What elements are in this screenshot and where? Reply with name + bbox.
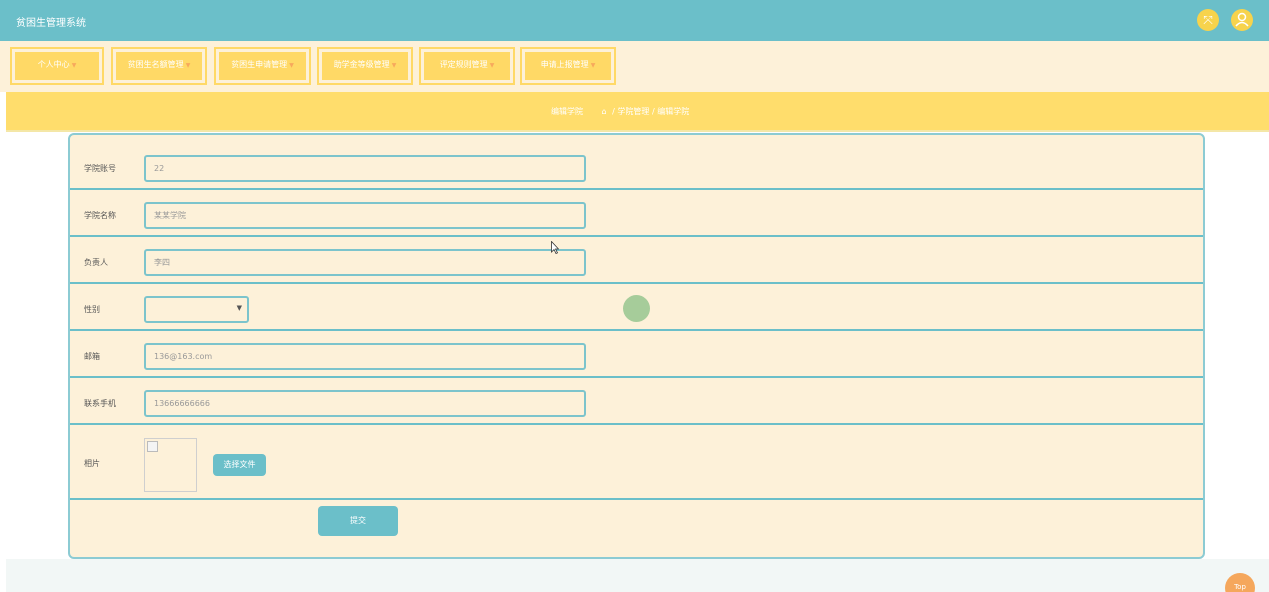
email-label: 邮箱 xyxy=(84,352,100,361)
leader-input[interactable]: 李四 xyxy=(144,249,586,276)
nav-item-label: 评定规则管理 xyxy=(439,60,488,69)
nav-item-grant-level-management[interactable]: 助学金等级管理 ▼ xyxy=(317,47,413,85)
photo-label: 相片 xyxy=(84,459,100,468)
choose-file-button[interactable]: 选择文件 xyxy=(213,454,266,476)
user-icon-glyph xyxy=(1235,12,1249,27)
broken-image-icon xyxy=(147,441,158,452)
email-input[interactable]: 136@163.com xyxy=(144,343,586,370)
breadcrumb-path: / 学院管理 / 编辑学院 xyxy=(612,107,690,116)
switch-icon[interactable]: ⤧ xyxy=(1197,9,1219,31)
top-header: 贫困生管理系统 ⤧ xyxy=(0,0,1269,41)
breadcrumb-bar: 编辑学院 ⌂ / 学院管理 / 编辑学院 xyxy=(6,92,1269,132)
gender-label: 性别 xyxy=(84,305,100,314)
breadcrumb: 编辑学院 ⌂ / 学院管理 / 编辑学院 xyxy=(551,106,689,117)
gender-select[interactable]: ▼ xyxy=(144,296,249,323)
nav-item-application-management[interactable]: 贫困生申请管理 ▼ xyxy=(214,47,311,85)
college-name-input[interactable]: 某某学院 xyxy=(144,202,586,229)
phone-input[interactable]: 13666666666 xyxy=(144,390,586,417)
form-row-college-name: 学院名称 某某学院 xyxy=(70,190,1203,237)
nav-item-rules-management[interactable]: 评定规则管理 ▼ xyxy=(419,47,515,85)
college-name-label: 学院名称 xyxy=(84,211,116,220)
nav-item-label: 申请上报管理 xyxy=(540,60,589,69)
form-row-phone: 联系手机 13666666666 xyxy=(70,378,1203,425)
page-title: 编辑学院 xyxy=(551,107,583,116)
nav-item-label: 贫困生名额管理 xyxy=(127,60,184,69)
nav-item-label: 贫困生申请管理 xyxy=(231,60,288,69)
nav-item-label: 助学金等级管理 xyxy=(333,60,390,69)
nav-item-label: 个人中心 xyxy=(37,60,70,69)
caret-down-icon: ▼ xyxy=(185,62,191,69)
college-id-label: 学院账号 xyxy=(84,164,116,173)
caret-down-icon: ▼ xyxy=(489,62,495,69)
caret-down-icon: ▼ xyxy=(391,62,397,69)
form-row-college-id: 学院账号 22 xyxy=(70,135,1203,190)
caret-down-icon: ▼ xyxy=(289,62,294,69)
nav-item-report-management[interactable]: 申请上报管理 ▼ xyxy=(520,47,616,85)
leader-label: 负责人 xyxy=(84,258,108,267)
user-icon[interactable] xyxy=(1231,9,1253,31)
nav-item-quota-management[interactable]: 贫困生名额管理 ▼ xyxy=(111,47,207,85)
submit-button[interactable]: 提交 xyxy=(318,506,398,536)
click-indicator xyxy=(623,295,650,322)
main-nav: 个人中心 ▼ 贫困生名额管理 ▼ 贫困生申请管理 ▼ 助学金等级管理 ▼ 评定规则管理 ▼… xyxy=(0,41,1269,92)
chevron-down-icon: ▼ xyxy=(236,304,242,312)
nav-item-personal-center[interactable]: 个人中心 ▼ xyxy=(10,47,104,85)
mouse-cursor-icon xyxy=(551,241,559,254)
phone-label: 联系手机 xyxy=(84,399,116,408)
caret-down-icon: ▼ xyxy=(71,62,77,69)
caret-down-icon: ▼ xyxy=(590,62,596,69)
home-icon[interactable]: ⌂ xyxy=(602,107,607,116)
page-background-bottom xyxy=(6,559,1269,592)
form-row-email: 邮箱 136@163.com xyxy=(70,331,1203,378)
edit-college-form: 学院账号 22 学院名称 某某学院 负责人 李四 性别 ▼ 邮箱 136@163… xyxy=(68,133,1205,559)
form-row-leader: 负责人 李四 xyxy=(70,237,1203,284)
college-id-input[interactable]: 22 xyxy=(144,155,586,182)
app-title: 贫困生管理系统 xyxy=(16,18,86,29)
photo-preview xyxy=(144,438,197,492)
